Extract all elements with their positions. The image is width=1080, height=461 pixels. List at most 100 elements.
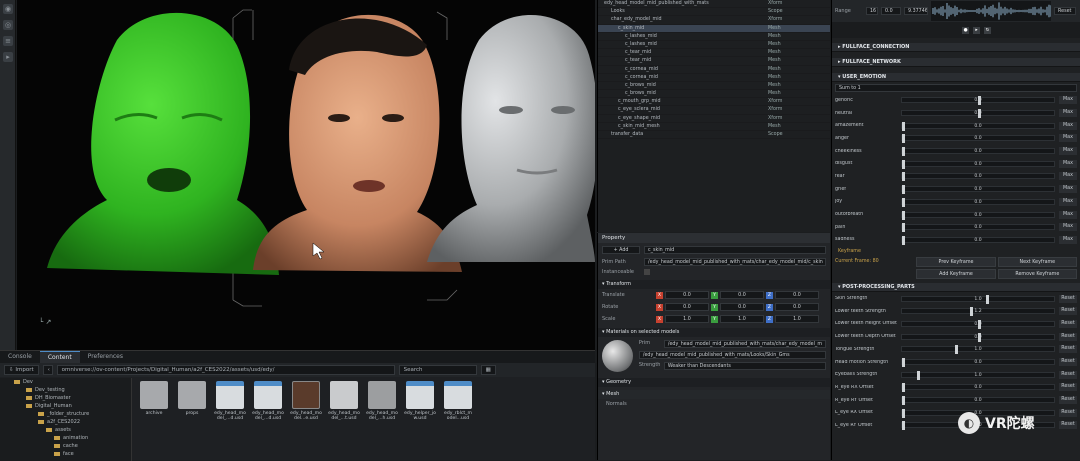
scale-x-field[interactable]: 1.0 bbox=[665, 315, 709, 323]
tree-item[interactable]: DH_Biomaster bbox=[0, 394, 131, 402]
max-button[interactable]: Max bbox=[1059, 197, 1077, 206]
grid-view-icon[interactable]: ▦ bbox=[480, 365, 496, 375]
reset-button[interactable]: Reset bbox=[1059, 421, 1077, 430]
stage-row[interactable]: c_skin_mid Mesh bbox=[598, 24, 830, 33]
add-keyframe-button[interactable]: Add Keyframe bbox=[916, 269, 996, 280]
stage-row[interactable]: c_lashes_mid Mesh bbox=[598, 41, 830, 50]
max-button[interactable]: Max bbox=[1059, 223, 1077, 232]
materials-section[interactable]: ▾ Materials on selected models bbox=[598, 328, 830, 337]
max-button[interactable]: Max bbox=[1059, 210, 1077, 219]
slider-track[interactable]: 1.0 bbox=[901, 370, 1055, 380]
stage-row[interactable]: c_eye_sclera_mid Xform bbox=[598, 106, 830, 115]
slider-track[interactable]: 0.0 bbox=[901, 396, 1055, 406]
material-path-field[interactable]: /edy_head_model_mid_published_with_mats/… bbox=[638, 351, 826, 359]
transform-section[interactable]: ▾ Transform bbox=[598, 280, 830, 289]
record-icon[interactable]: ● bbox=[962, 26, 969, 34]
tree-item[interactable]: cache bbox=[0, 442, 131, 450]
prev-keyframe-button[interactable]: Prev Keyframe bbox=[916, 257, 996, 268]
reset-button[interactable]: Reset bbox=[1059, 370, 1077, 379]
tree-item[interactable]: Dev bbox=[0, 378, 131, 386]
max-button[interactable]: Max bbox=[1059, 147, 1077, 156]
stage-row[interactable]: c_cornea_mid Mesh bbox=[598, 66, 830, 74]
slider-track[interactable]: 0.0 bbox=[901, 109, 1055, 119]
mesh-section[interactable]: ▾ Mesh bbox=[598, 390, 830, 399]
file-archive[interactable]: archive bbox=[136, 381, 172, 431]
layers-icon[interactable]: ≡ bbox=[3, 36, 13, 46]
reset-button[interactable]: Reset bbox=[1059, 307, 1077, 316]
file-usd[interactable]: edy_head_mo del_...t.usd bbox=[326, 381, 362, 431]
tree-item[interactable]: Dev_testing bbox=[0, 386, 131, 394]
loop-icon[interactable]: ↻ bbox=[984, 26, 991, 34]
range-start-field[interactable]: 16 bbox=[866, 7, 878, 15]
slider-track[interactable]: 0.0 bbox=[901, 223, 1055, 233]
max-button[interactable]: Max bbox=[1059, 96, 1077, 105]
property-tab[interactable]: Property bbox=[598, 233, 830, 243]
slider-track[interactable]: 0.0 bbox=[901, 358, 1055, 368]
stage-row[interactable]: c_brows_mid Mesh bbox=[598, 82, 830, 91]
tab-console[interactable]: Console bbox=[0, 351, 40, 363]
slider-track[interactable]: 1.2 bbox=[901, 307, 1055, 317]
stage-row[interactable]: c_eye_shape_mid Xform bbox=[598, 115, 830, 123]
slider-track[interactable]: 0.0 bbox=[901, 210, 1055, 220]
max-button[interactable]: Max bbox=[1059, 159, 1077, 168]
slider-track[interactable]: 0.0 bbox=[901, 121, 1055, 131]
slider-track[interactable]: 0.0 bbox=[901, 383, 1055, 393]
fullface-network-section[interactable]: ▸ FULLFACE_NETWORK bbox=[832, 58, 1080, 67]
max-button[interactable]: Max bbox=[1059, 134, 1077, 143]
translate-y-field[interactable]: 0.0 bbox=[720, 291, 764, 299]
add-button[interactable]: + Add bbox=[602, 246, 640, 254]
reset-button[interactable]: Reset bbox=[1059, 319, 1077, 328]
sum-to-1-dropdown[interactable]: Sum to 1 bbox=[835, 84, 1077, 92]
stage-row[interactable]: transfer_data Scope bbox=[598, 131, 830, 140]
play-icon[interactable]: ▸ bbox=[3, 52, 13, 62]
stage-row[interactable]: c_lashes_mid Mesh bbox=[598, 33, 830, 41]
post-processing-section[interactable]: ▾ POST-PROCESSING_PARTS bbox=[832, 283, 1080, 293]
scale-y-field[interactable]: 1.0 bbox=[720, 315, 764, 323]
stage-row[interactable]: c_tear_mid Mesh bbox=[598, 57, 830, 66]
stage-row[interactable]: char_edy_model_mid Xform bbox=[598, 16, 830, 25]
stage-row[interactable]: edy_head_model_mid_published_with_mats Xf… bbox=[598, 0, 830, 9]
slider-track[interactable]: 0.0 bbox=[901, 172, 1055, 182]
prim-name-field[interactable]: c_skin_mid bbox=[644, 246, 826, 254]
search-input[interactable]: Search bbox=[398, 365, 477, 375]
reset-button[interactable]: Reset bbox=[1059, 358, 1077, 367]
import-button[interactable]: ⇩ Import bbox=[4, 365, 39, 375]
scale-z-field[interactable]: 1.0 bbox=[775, 315, 819, 323]
file-usd[interactable]: edy_head_mo del_...h.usd bbox=[364, 381, 400, 431]
max-button[interactable]: Max bbox=[1059, 172, 1077, 181]
rotate-x-field[interactable]: 0.0 bbox=[665, 303, 709, 311]
viewport[interactable]: └ ↗ bbox=[17, 0, 595, 350]
range-mid-field[interactable]: 0.0 bbox=[881, 7, 901, 15]
translate-z-field[interactable]: 0.0 bbox=[775, 291, 819, 299]
reset-button[interactable]: Reset bbox=[1054, 7, 1076, 15]
slider-track[interactable]: 0.0 bbox=[901, 159, 1055, 169]
tree-item[interactable]: a2f_CES2022 bbox=[0, 418, 131, 426]
tab-content[interactable]: Content bbox=[39, 351, 80, 363]
user-emotion-section[interactable]: ▾ USER_EMOTION bbox=[832, 73, 1080, 82]
max-button[interactable]: Max bbox=[1059, 235, 1077, 244]
slider-track[interactable]: 0.0 bbox=[901, 147, 1055, 157]
slider-track[interactable]: 0.0 bbox=[901, 197, 1055, 207]
back-button[interactable]: ‹ bbox=[42, 365, 53, 375]
slider-track[interactable]: 0.0 bbox=[901, 332, 1055, 342]
prim-path-field[interactable]: /edy_head_model_mid_published_with_mats/… bbox=[644, 258, 826, 266]
slider-track[interactable]: 0.0 bbox=[901, 134, 1055, 144]
fullface-connection-section[interactable]: ▸ FULLFACE_CONNECTION bbox=[832, 43, 1080, 52]
camera-icon[interactable]: ◉ bbox=[3, 4, 13, 14]
remove-keyframe-button[interactable]: Remove Keyframe bbox=[997, 269, 1077, 280]
geometry-section[interactable]: ▾ Geometry bbox=[598, 378, 830, 387]
max-button[interactable]: Max bbox=[1059, 109, 1077, 118]
stage-row[interactable]: c_brows_mid Mesh bbox=[598, 90, 830, 99]
reset-button[interactable]: Reset bbox=[1059, 294, 1077, 303]
tree-item[interactable]: animation bbox=[0, 434, 131, 442]
slider-track[interactable]: 1.0 bbox=[901, 345, 1055, 355]
reset-button[interactable]: Reset bbox=[1059, 332, 1077, 341]
translate-x-field[interactable]: 0.0 bbox=[665, 291, 709, 299]
slider-track[interactable]: 0.0 bbox=[901, 235, 1055, 245]
rotate-y-field[interactable]: 0.0 bbox=[720, 303, 764, 311]
strength-dropdown[interactable]: Weaker than Descendants bbox=[663, 362, 826, 370]
tab-preferences[interactable]: Preferences bbox=[80, 351, 131, 363]
reset-button[interactable]: Reset bbox=[1059, 345, 1077, 354]
range-end-field[interactable]: 9.37746 bbox=[904, 7, 928, 15]
audio-waveform[interactable] bbox=[931, 1, 1051, 21]
